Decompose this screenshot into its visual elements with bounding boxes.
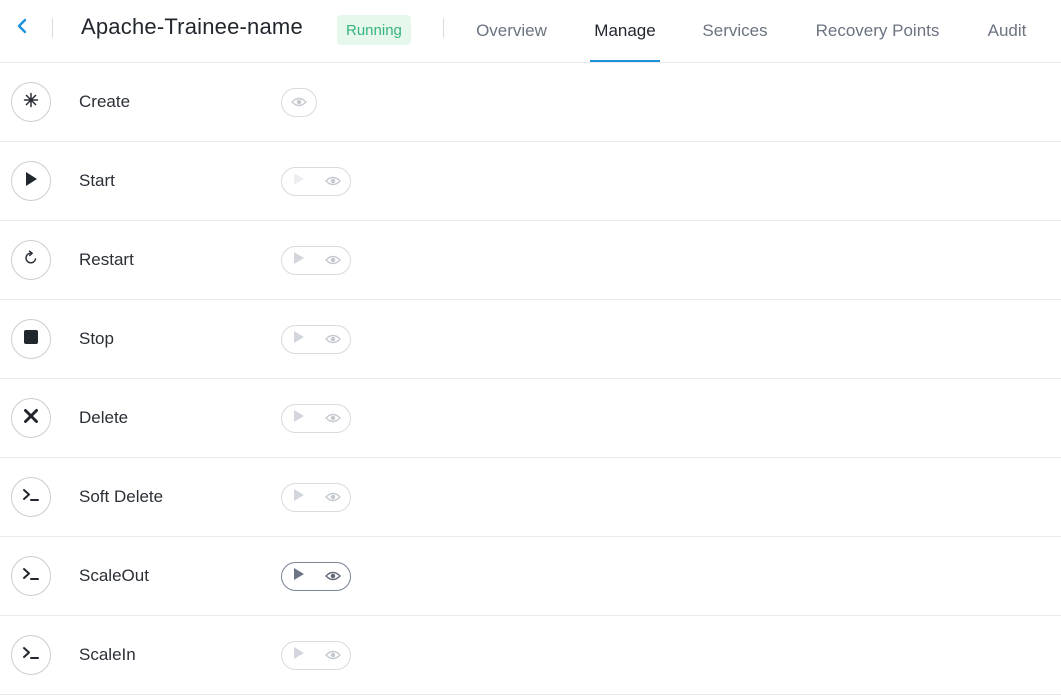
play-icon: [293, 251, 305, 270]
action-row-restart: Restart: [0, 221, 1061, 300]
tab-audit[interactable]: Audit: [975, 0, 1039, 62]
header-divider: [443, 18, 444, 38]
action-row-soft-delete: Soft Delete: [0, 458, 1061, 537]
action-icon-button: [11, 477, 51, 517]
eye-icon: [325, 647, 341, 665]
action-row-start: Start: [0, 142, 1061, 221]
status-badge: Running: [337, 15, 411, 45]
view-button[interactable]: [316, 484, 350, 511]
play-icon: [293, 172, 305, 191]
action-label: Delete: [79, 408, 129, 427]
eye-icon: [325, 410, 341, 428]
eye-icon: [325, 252, 341, 270]
action-label: ScaleOut: [79, 566, 149, 585]
eye-icon: [291, 94, 307, 112]
eye-icon: [325, 489, 341, 507]
play-icon: [293, 646, 305, 665]
eye-icon: [325, 173, 341, 191]
action-row-scalein: ScaleIn: [0, 616, 1061, 695]
action-label: ScaleIn: [79, 645, 136, 664]
view-button[interactable]: [282, 89, 316, 116]
action-row-delete: Delete: [0, 379, 1061, 458]
eye-icon: [325, 331, 341, 349]
run-button[interactable]: [282, 405, 316, 432]
tab-manage[interactable]: Manage: [590, 0, 660, 62]
tab-overview[interactable]: Overview: [458, 0, 565, 62]
view-button[interactable]: [316, 247, 350, 274]
action-label: Stop: [79, 329, 114, 348]
action-icon-button: [11, 319, 51, 359]
view-button[interactable]: [316, 563, 350, 590]
header-divider: [52, 18, 53, 38]
action-controls: [281, 641, 351, 670]
play-icon: [24, 171, 38, 192]
play-icon: [293, 488, 305, 507]
action-row-stop: Stop: [0, 300, 1061, 379]
action-row-create: Create: [0, 63, 1061, 142]
tab-recovery-points[interactable]: Recovery Points: [803, 0, 952, 62]
run-button[interactable]: [282, 642, 316, 669]
back-button[interactable]: [12, 17, 32, 39]
view-button[interactable]: [316, 168, 350, 195]
play-icon: [293, 567, 305, 586]
action-label: Start: [79, 171, 115, 190]
play-icon: [293, 330, 305, 349]
action-label: Soft Delete: [79, 487, 164, 506]
page-header: Apache-Trainee-name Running Overview Man…: [0, 0, 1061, 63]
action-label: Create: [79, 92, 131, 111]
action-row-scaleout: ScaleOut: [0, 537, 1061, 616]
action-icon-button: [11, 240, 51, 280]
restart-icon: [23, 249, 39, 271]
terminal-icon: [22, 646, 40, 665]
view-button[interactable]: [316, 326, 350, 353]
page-title: Apache-Trainee-name: [81, 14, 303, 39]
run-button[interactable]: [282, 563, 316, 590]
action-icon-button: [11, 398, 51, 438]
run-button[interactable]: [282, 326, 316, 353]
action-controls: [281, 167, 351, 196]
close-icon: [23, 408, 39, 429]
action-icon-button: [11, 556, 51, 596]
view-button[interactable]: [316, 405, 350, 432]
view-button[interactable]: [316, 642, 350, 669]
stop-icon: [23, 329, 39, 350]
terminal-icon: [22, 488, 40, 507]
play-icon: [293, 409, 305, 428]
action-label: Restart: [79, 250, 134, 269]
run-button[interactable]: [282, 168, 316, 195]
action-icon-button: [11, 635, 51, 675]
action-controls: [281, 246, 351, 275]
action-controls: [281, 404, 351, 433]
action-icon-button: [11, 161, 51, 201]
run-button[interactable]: [282, 484, 316, 511]
action-controls: [281, 88, 317, 117]
action-list: Create Start Restart Stop Delete Soft De…: [0, 63, 1061, 695]
action-controls: [281, 325, 351, 354]
tab-services[interactable]: Services: [687, 0, 783, 62]
run-button[interactable]: [282, 247, 316, 274]
sparkle-icon: [23, 92, 39, 113]
action-icon-button: [11, 82, 51, 122]
terminal-icon: [22, 567, 40, 586]
chevron-left-icon: [16, 18, 28, 39]
action-controls: [281, 562, 351, 591]
action-controls: [281, 483, 351, 512]
eye-icon: [325, 568, 341, 586]
